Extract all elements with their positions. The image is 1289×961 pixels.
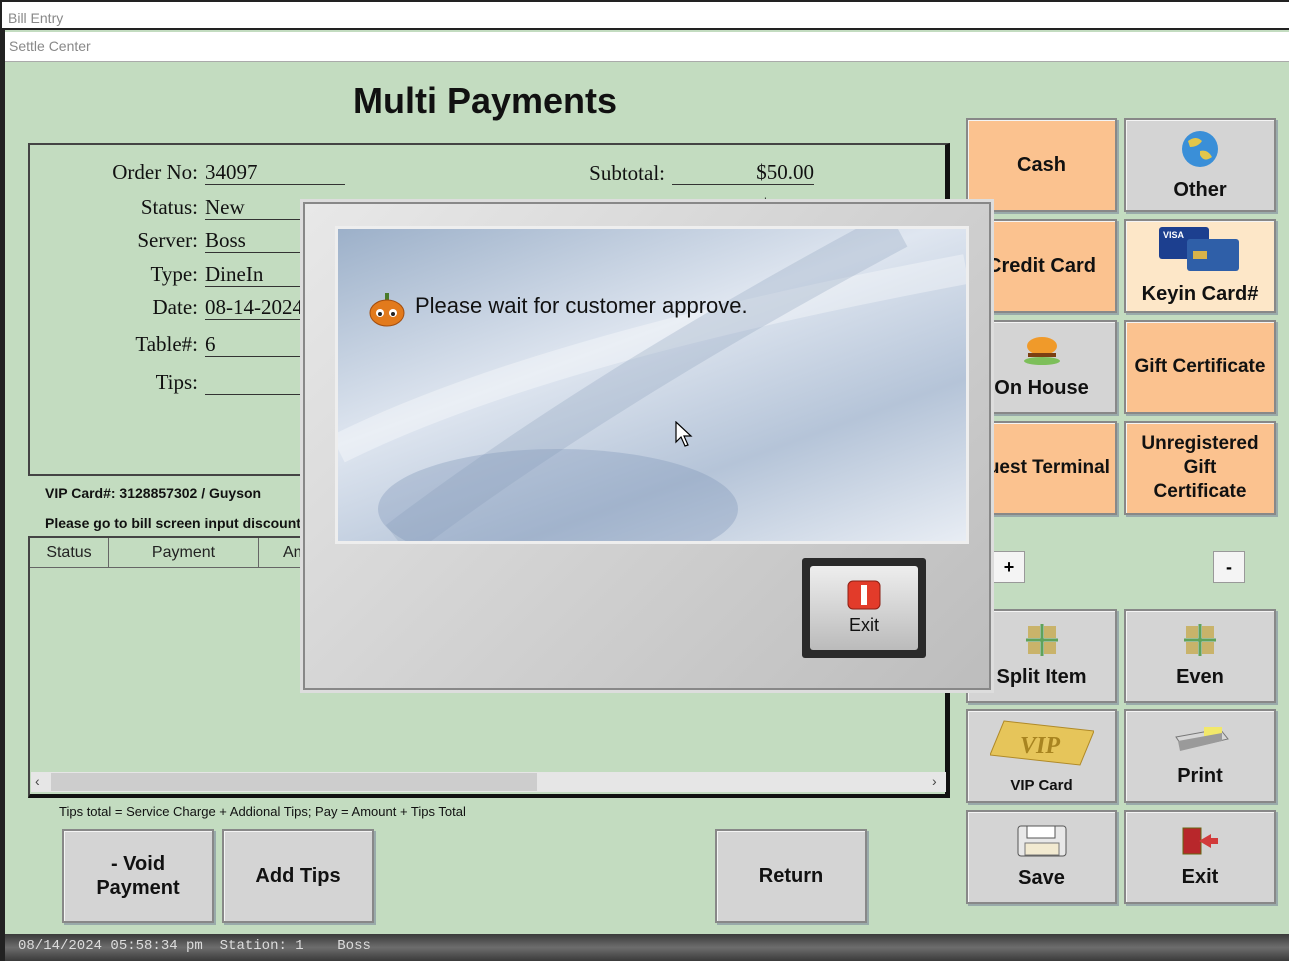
save-button[interactable]: Save — [966, 810, 1117, 904]
cash-button[interactable]: Cash — [966, 118, 1117, 212]
dialog-background-art — [338, 229, 966, 541]
other-label: Other — [1173, 178, 1227, 201]
even-grid-icon — [1184, 623, 1216, 662]
other-button[interactable]: Other — [1124, 118, 1276, 212]
mouse-cursor-icon — [675, 421, 693, 447]
printer-icon — [1170, 725, 1230, 761]
split-item-label: Split Item — [996, 665, 1087, 688]
dialog-exit-label: Exit — [848, 615, 879, 635]
keyin-card-button[interactable]: VISA Keyin Card# — [1124, 219, 1276, 313]
vip-card-button[interactable]: VIP VIP Card — [966, 709, 1117, 803]
tax-label-partial: T — [625, 194, 638, 202]
column-status[interactable]: Status — [30, 538, 109, 568]
order-no-label: Order No: — [112, 160, 198, 184]
exit-door-icon — [1181, 826, 1219, 862]
on-house-label: On House — [994, 376, 1089, 399]
keyin-card-label: Keyin Card# — [1141, 282, 1259, 305]
vip-card-info: VIP Card#: 3128857302 / Guyson — [45, 485, 262, 501]
gift-certificate-label: Gift Certificate — [1134, 356, 1266, 377]
unregistered-gift-label: Unregistered Gift Certificate — [1141, 433, 1259, 502]
order-no-value: 34097 — [205, 160, 345, 185]
void-payment-button[interactable]: - Void Payment — [62, 829, 214, 923]
minus-button[interactable]: - — [1213, 551, 1245, 583]
guest-terminal-label: Guest Terminal — [973, 457, 1110, 478]
even-label: Even — [1176, 665, 1224, 688]
tips-footnote: Tips total = Service Charge + Addional T… — [59, 804, 466, 819]
subtotal-value: $50.00 — [672, 160, 814, 185]
dialog-message: Please wait for customer approve. — [415, 293, 748, 318]
credit-card-label: Credit Card — [987, 254, 1096, 277]
window-subtitle-bar: Settle Center — [5, 32, 1289, 62]
discount-notice: Please go to bill screen input discount — [45, 515, 301, 531]
print-label: Print — [1177, 764, 1223, 787]
subtotal-label: Subtotal: — [589, 161, 665, 185]
window-title-bar: Bill Entry — [0, 0, 1289, 30]
vip-card-label: VIP Card — [1010, 776, 1073, 794]
svg-text:VIP: VIP — [1020, 733, 1060, 759]
credit-cards-icon: VISA — [1159, 226, 1241, 279]
pumpkin-icon — [368, 293, 406, 332]
globe-icon — [1174, 129, 1226, 175]
cash-label: Cash — [1017, 153, 1066, 176]
split-grid-icon — [1025, 623, 1058, 662]
dialog-exit-button[interactable]: Exit — [802, 558, 926, 658]
scroll-left-icon[interactable]: ‹ — [35, 773, 40, 789]
exit-label: Exit — [1181, 865, 1219, 888]
status-label: Status: — [140, 195, 198, 219]
window-subtitle: Settle Center — [9, 38, 91, 54]
status-station: Station: 1 — [219, 938, 304, 954]
vip-card-icon: VIP — [988, 719, 1095, 773]
print-button[interactable]: Print — [1124, 709, 1276, 803]
burger-icon — [1019, 335, 1065, 373]
date-label: Date: — [152, 295, 198, 319]
type-label: Type: — [150, 262, 198, 286]
server-label: Server: — [137, 228, 198, 252]
svg-text:VISA: VISA — [1163, 230, 1185, 240]
plus-button[interactable]: + — [993, 551, 1025, 583]
save-label: Save — [1018, 866, 1065, 889]
exit-button[interactable]: Exit — [1124, 810, 1276, 904]
return-button[interactable]: Return — [715, 829, 867, 923]
dialog-exit-face[interactable]: Exit — [810, 566, 918, 650]
window-title: Bill Entry — [8, 10, 64, 26]
floppy-disk-icon — [1017, 825, 1067, 863]
scrollbar-thumb[interactable] — [51, 773, 537, 791]
table-label: Table#: — [135, 332, 198, 356]
unregistered-gift-button[interactable]: Unregistered Gift Certificate — [1124, 421, 1276, 515]
page-title: Multi Payments — [353, 80, 618, 121]
add-tips-button[interactable]: Add Tips — [222, 829, 374, 923]
status-datetime: 08/14/2024 05:58:34 pm — [18, 938, 203, 954]
scroll-right-icon[interactable]: › — [932, 773, 937, 789]
gift-certificate-button[interactable]: Gift Certificate — [1124, 320, 1276, 414]
even-button[interactable]: Even — [1124, 609, 1276, 703]
tips-label: Tips: — [155, 370, 198, 394]
warning-icon — [847, 580, 881, 615]
dialog-message-area: Please wait for customer approve. — [335, 226, 969, 544]
approval-dialog: Please wait for customer approve. Exit — [303, 202, 991, 690]
status-user: Boss — [337, 938, 371, 954]
column-payment[interactable]: Payment — [109, 538, 259, 568]
left-edge — [0, 30, 5, 961]
status-bar: 08/14/2024 05:58:34 pm Station: 1 Boss — [5, 934, 1289, 961]
column-amount[interactable]: Amount — [259, 538, 303, 568]
tax-value-partial: $0.00 — [760, 194, 807, 202]
